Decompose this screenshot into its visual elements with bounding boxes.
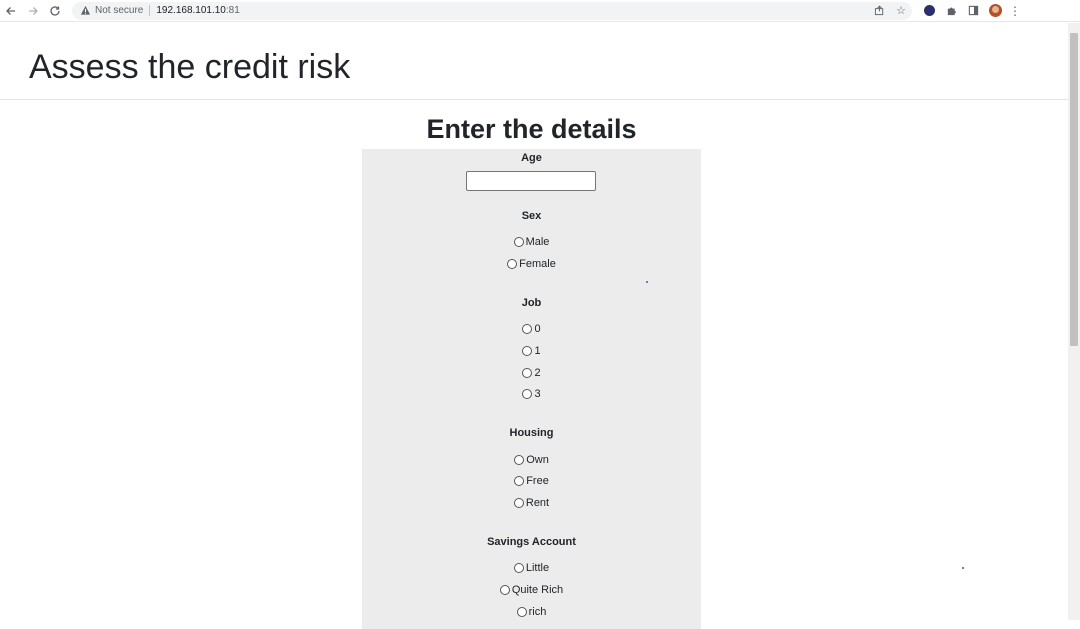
option-label: rich xyxy=(528,606,547,618)
browser-toolbar: Not secure 192.168.101.10:81 ☆ ⋮ xyxy=(0,0,1080,22)
option-label: Free xyxy=(526,475,549,487)
reload-icon[interactable] xyxy=(44,0,66,22)
forward-icon[interactable] xyxy=(22,0,44,22)
radio-sex-male[interactable]: Male xyxy=(362,236,701,248)
details-form: Age Sex Male Female Job 0 1 2 3 Housing … xyxy=(362,149,701,629)
url-port: :81 xyxy=(225,5,240,16)
housing-label: Housing xyxy=(509,427,554,439)
extension-icon[interactable] xyxy=(918,5,940,16)
option-label: Rent xyxy=(525,497,550,509)
radio-housing-rent[interactable]: Rent xyxy=(362,497,701,509)
radio-button[interactable] xyxy=(522,368,533,378)
radio-job-3[interactable]: 3 xyxy=(362,388,701,400)
job-label: Job xyxy=(521,297,542,309)
menu-icon[interactable]: ⋮ xyxy=(1006,4,1024,18)
stray-pixel xyxy=(962,567,964,569)
age-label: Age xyxy=(521,152,542,164)
radio-button[interactable] xyxy=(514,455,525,465)
stray-pixel xyxy=(646,281,648,283)
radio-sex-female[interactable]: Female xyxy=(362,258,701,270)
bookmark-star-icon[interactable]: ☆ xyxy=(890,2,912,20)
radio-job-1[interactable]: 1 xyxy=(362,345,701,357)
radio-job-0[interactable]: 0 xyxy=(362,323,701,335)
radio-button[interactable] xyxy=(522,346,533,356)
radio-savings-quite-rich[interactable]: Quite Rich xyxy=(362,584,701,596)
page-title: Assess the credit risk xyxy=(29,48,351,86)
savings-label: Savings Account xyxy=(487,536,576,548)
scrollbar-thumb[interactable] xyxy=(1070,33,1078,346)
scrollbar[interactable] xyxy=(1068,23,1080,620)
option-label: 0 xyxy=(534,323,541,335)
url-host: 192.168.101.10 xyxy=(156,5,226,16)
avatar[interactable] xyxy=(984,4,1006,17)
radio-button[interactable] xyxy=(513,237,524,247)
radio-job-2[interactable]: 2 xyxy=(362,367,701,379)
radio-button[interactable] xyxy=(507,259,518,269)
sex-label: Sex xyxy=(521,210,542,222)
option-label: Little xyxy=(525,562,550,574)
radio-button[interactable] xyxy=(516,607,527,617)
warning-icon xyxy=(80,5,91,16)
security-label[interactable]: Not secure xyxy=(95,5,143,16)
radio-button[interactable] xyxy=(513,563,524,573)
back-icon[interactable] xyxy=(0,0,22,22)
option-label: Female xyxy=(519,258,556,270)
radio-button[interactable] xyxy=(522,324,533,334)
puzzle-icon[interactable] xyxy=(940,5,962,16)
page-header: Assess the credit risk xyxy=(0,23,1068,100)
address-bar[interactable]: Not secure 192.168.101.10:81 ☆ xyxy=(72,1,912,20)
radio-housing-free[interactable]: Free xyxy=(362,475,701,487)
age-input[interactable] xyxy=(466,171,596,191)
radio-button[interactable] xyxy=(514,476,525,486)
side-panel-icon[interactable] xyxy=(962,5,984,16)
option-label: Quite Rich xyxy=(511,584,564,596)
option-label: 3 xyxy=(534,388,541,400)
option-label: Male xyxy=(525,236,550,248)
form-heading: Enter the details xyxy=(426,114,637,144)
radio-savings-little[interactable]: Little xyxy=(362,562,701,574)
separator xyxy=(149,5,151,16)
share-icon[interactable] xyxy=(868,2,890,20)
option-label: Own xyxy=(526,454,549,466)
radio-button[interactable] xyxy=(522,389,533,399)
option-label: 1 xyxy=(534,345,541,357)
radio-housing-own[interactable]: Own xyxy=(362,454,701,466)
radio-button[interactable] xyxy=(499,585,510,595)
radio-button[interactable] xyxy=(513,498,524,508)
radio-savings-rich[interactable]: rich xyxy=(362,606,701,618)
option-label: 2 xyxy=(534,367,541,379)
